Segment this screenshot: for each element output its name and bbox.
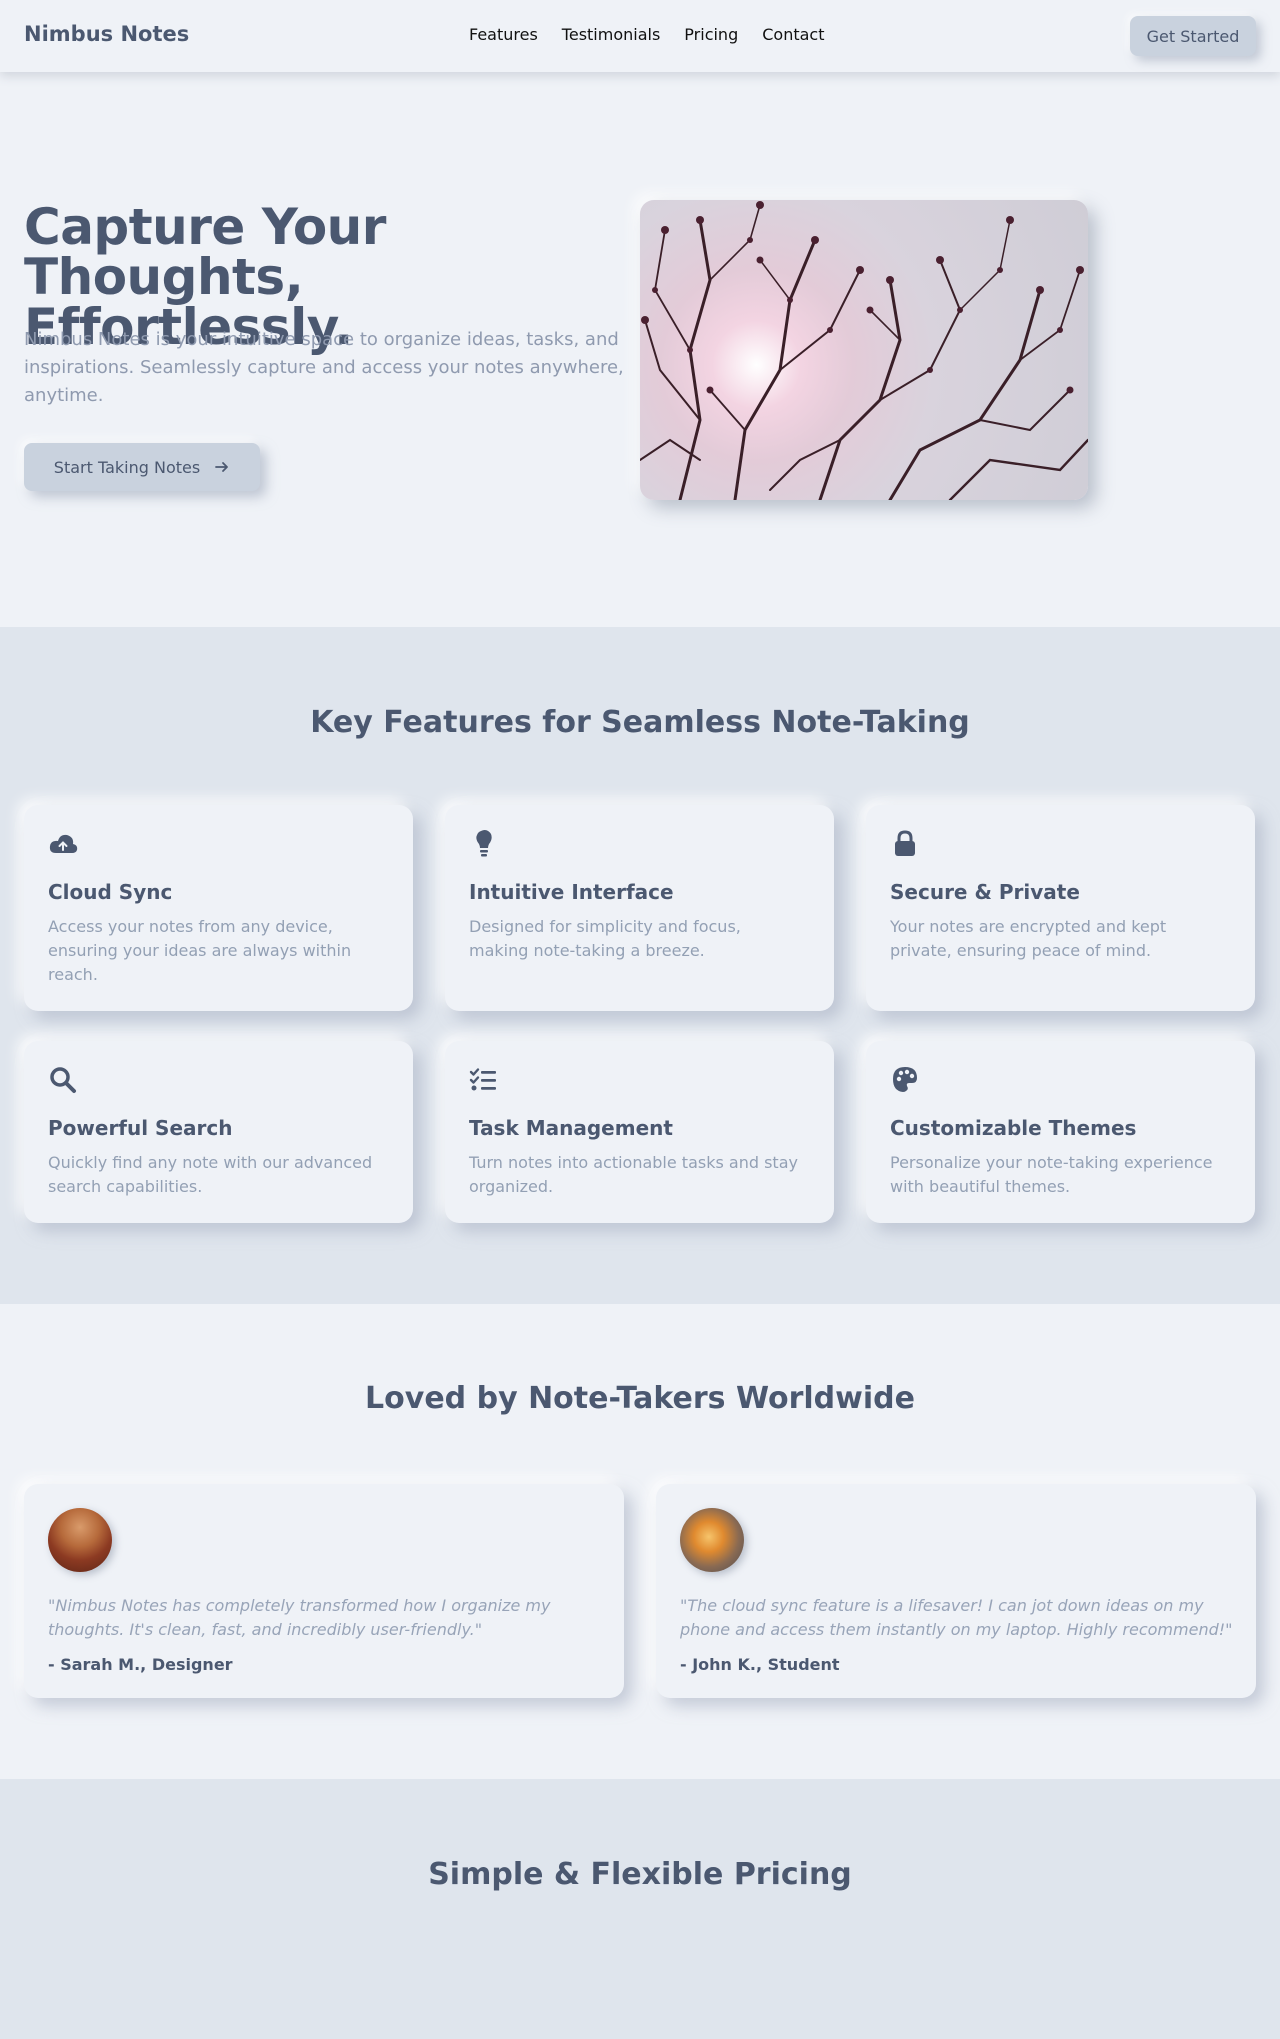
testimonial-quote: "Nimbus Notes has completely transformed…	[48, 1596, 551, 1639]
pricing-title: Simple & Flexible Pricing	[428, 1857, 852, 1892]
nav-link-contact[interactable]: Contact	[762, 25, 824, 44]
task-list-icon	[469, 1068, 496, 1091]
brand-logo[interactable]: Nimbus Notes	[24, 22, 189, 46]
cloud-upload-icon	[49, 834, 78, 853]
hero-image	[640, 200, 1088, 500]
nav-links: Features Testimonials Pricing Contact	[469, 25, 824, 44]
lightbulb-icon	[476, 830, 492, 857]
nav-link-features[interactable]: Features	[469, 25, 538, 44]
feature-description: Access your notes from any device, ensur…	[48, 917, 352, 984]
feature-description: Your notes are encrypted and kept privat…	[890, 917, 1167, 960]
hero-subtitle: Nimbus Notes is your intuitive space to …	[24, 329, 624, 406]
nav-link-testimonials[interactable]: Testimonials	[562, 25, 661, 44]
testimonial-quote: "The cloud sync feature is a lifesaver! …	[680, 1596, 1233, 1639]
feature-card-powerful-search: Powerful Search Quickly find any note wi…	[24, 1041, 413, 1223]
feature-description: Personalize your note-taking experience …	[890, 1153, 1213, 1196]
feature-card-customizable-themes: Customizable Themes Personalize your not…	[866, 1041, 1255, 1223]
feature-card-secure-private: Secure & Private Your notes are encrypte…	[866, 805, 1255, 1011]
feature-title: Secure & Private	[890, 880, 1080, 904]
feature-card-task-management: Task Management Turn notes into actionab…	[445, 1041, 834, 1223]
top-nav: Nimbus Notes Features Testimonials Prici…	[0, 0, 1280, 72]
feature-card-intuitive-interface: Intuitive Interface Designed for simplic…	[445, 805, 834, 1011]
get-started-button[interactable]: Get Started	[1130, 16, 1256, 56]
feature-description: Quickly find any note with our advanced …	[48, 1153, 373, 1196]
feature-title: Cloud Sync	[48, 880, 173, 904]
feature-title: Powerful Search	[48, 1116, 233, 1140]
avatar	[48, 1508, 112, 1572]
testimonial-author: - Sarah M., Designer	[48, 1655, 233, 1674]
feature-title: Intuitive Interface	[469, 880, 674, 904]
avatar	[680, 1508, 744, 1572]
features-title: Key Features for Seamless Note-Taking	[310, 705, 970, 740]
testimonials-title: Loved by Note-Takers Worldwide	[365, 1381, 915, 1416]
lock-icon	[895, 830, 915, 856]
feature-title: Customizable Themes	[890, 1116, 1137, 1140]
palette-icon	[893, 1067, 917, 1092]
tree-branches-photo	[640, 201, 1088, 500]
feature-description: Designed for simplicity and focus, makin…	[469, 917, 741, 960]
testimonial-author: - John K., Student	[680, 1655, 840, 1674]
nav-link-pricing[interactable]: Pricing	[684, 25, 738, 44]
feature-title: Task Management	[469, 1116, 673, 1140]
testimonial-card-1: "Nimbus Notes has completely transformed…	[24, 1484, 624, 1698]
hero-button-label: Start Taking Notes	[53, 457, 201, 477]
testimonial-card-2: "The cloud sync feature is a lifesaver! …	[656, 1484, 1256, 1698]
start-taking-notes-button[interactable]: Start Taking Notes	[24, 443, 260, 491]
pricing-section	[0, 1779, 1280, 2039]
arrow-right-icon	[215, 462, 229, 472]
feature-description: Turn notes into actionable tasks and sta…	[469, 1153, 798, 1196]
feature-card-cloud-sync: Cloud Sync Access your notes from any de…	[24, 805, 413, 1011]
search-icon	[50, 1067, 76, 1093]
